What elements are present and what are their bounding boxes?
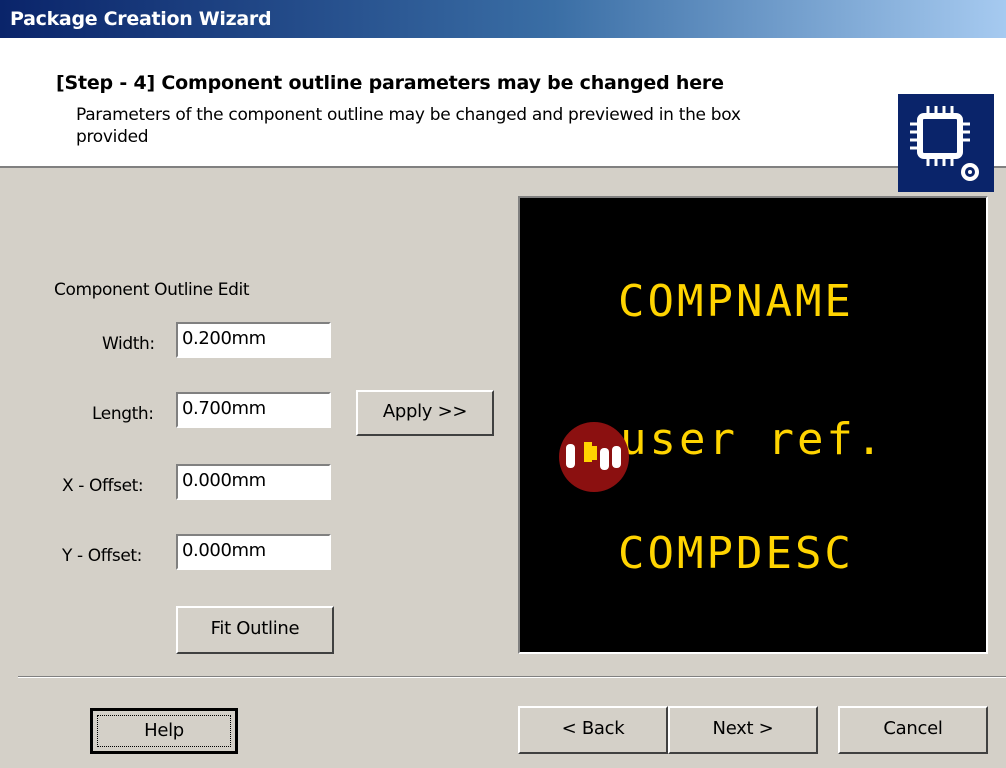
focus-rect [97, 715, 231, 747]
x-offset-field[interactable]: 0.000mm [176, 464, 331, 500]
outline-edit-label: Component Outline Edit [54, 280, 250, 300]
preview-compname: COMPNAME [618, 276, 854, 327]
preview-userref: user ref. [620, 414, 886, 465]
cancel-button-label: Cancel [883, 718, 943, 739]
outline-preview[interactable]: COMPNAME user ref. COMPDESC [518, 196, 988, 654]
width-label: Width: [102, 334, 155, 354]
next-button-label: Next > [712, 718, 774, 739]
apply-button-label: Apply >> [382, 401, 468, 422]
component-pad-graphic [559, 422, 629, 492]
length-label: Length: [92, 404, 154, 424]
length-field[interactable]: 0.700mm [176, 392, 331, 428]
fit-outline-button[interactable]: Fit Outline [176, 606, 334, 654]
window-title: Package Creation Wizard [10, 8, 272, 30]
back-button-label: < Back [561, 718, 625, 739]
cancel-button[interactable]: Cancel [838, 706, 988, 754]
y-offset-label: Y - Offset: [62, 546, 142, 566]
fit-outline-button-label: Fit Outline [210, 618, 300, 639]
y-offset-field[interactable]: 0.000mm [176, 534, 331, 570]
apply-button[interactable]: Apply >> [356, 390, 494, 436]
help-button[interactable]: Help [90, 708, 238, 754]
preview-compdesc: COMPDESC [618, 528, 854, 579]
chip-icon [898, 94, 994, 192]
step-title: [Step - 4] Component outline parameters … [56, 72, 724, 94]
title-bar: Package Creation Wizard [0, 0, 1006, 38]
back-button[interactable]: < Back [518, 706, 668, 754]
width-field[interactable]: 0.200mm [176, 322, 331, 358]
x-offset-label: X - Offset: [62, 476, 144, 496]
wizard-header: [Step - 4] Component outline parameters … [0, 38, 1006, 192]
step-description: Parameters of the component outline may … [76, 105, 741, 147]
footer-separator [18, 676, 1006, 678]
next-button[interactable]: Next > [668, 706, 818, 754]
